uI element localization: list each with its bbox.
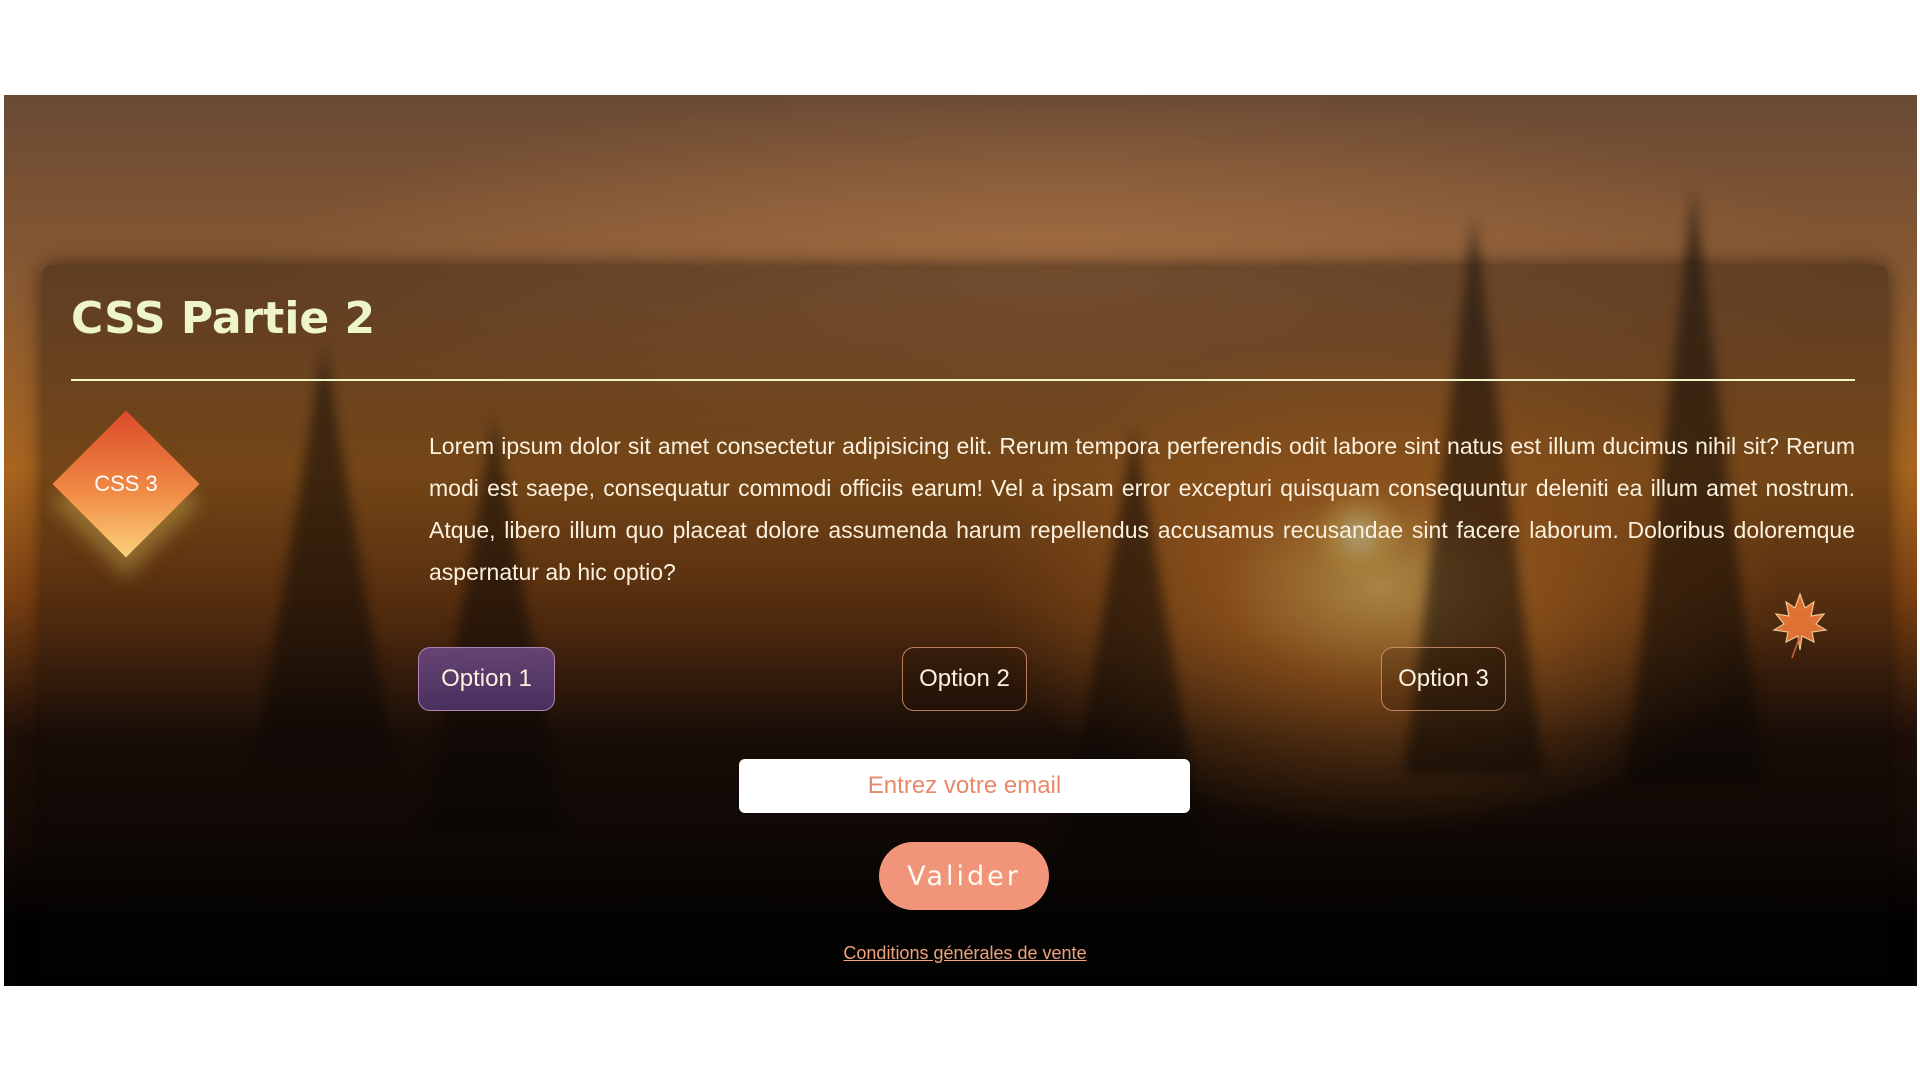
submit-button[interactable]: Valider [879, 842, 1049, 910]
intro-paragraph: Lorem ipsum dolor sit amet consectetur a… [429, 433, 1855, 585]
maple-leaf-icon [1772, 592, 1828, 659]
content-card: CSS Partie 2 CSS 3 Lorem ipsum dolor sit… [42, 265, 1888, 986]
option-1-button[interactable]: Option 1 [418, 647, 555, 711]
page-title: CSS Partie 2 [71, 293, 376, 344]
option-2-button[interactable]: Option 2 [902, 647, 1027, 711]
option-3-button[interactable]: Option 3 [1381, 647, 1506, 711]
background-photo: CSS Partie 2 CSS 3 Lorem ipsum dolor sit… [4, 95, 1917, 986]
email-input[interactable]: Entrez votre email [739, 759, 1190, 813]
terms-link[interactable]: Conditions générales de vente [42, 943, 1888, 964]
css3-badge-label: CSS 3 [94, 471, 158, 496]
title-divider [71, 379, 1855, 381]
